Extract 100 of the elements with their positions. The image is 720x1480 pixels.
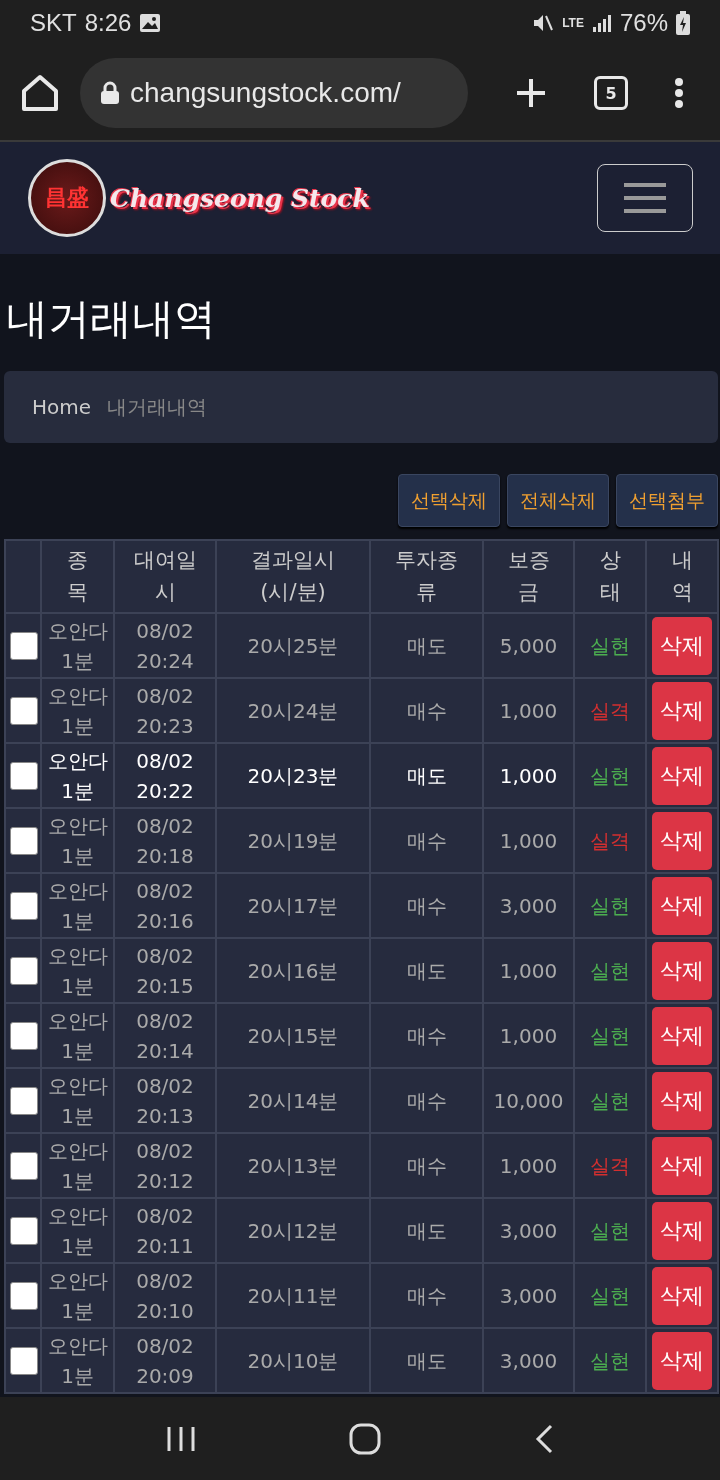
delete-button[interactable]: 삭제	[652, 616, 712, 675]
tab-count-button[interactable]: 5	[594, 76, 628, 110]
table-cell: 오안다 1분	[41, 808, 114, 874]
checkbox[interactable]	[10, 1281, 38, 1310]
logo-emblem: 昌盛	[28, 159, 106, 237]
table-cell: 08/02 20:18	[114, 808, 216, 874]
column-header: 종목	[41, 540, 114, 614]
checkbox[interactable]	[10, 891, 38, 920]
status-cell: 실현	[574, 1263, 646, 1329]
action-button[interactable]: 선택삭제	[398, 474, 500, 528]
plus-icon[interactable]	[514, 76, 548, 110]
status-cell: 실현	[574, 873, 646, 939]
back-icon[interactable]	[533, 1423, 554, 1454]
address-bar[interactable]: changsungstock.com/	[80, 58, 468, 128]
more-icon[interactable]	[674, 78, 684, 108]
delete-button[interactable]: 삭제	[652, 1006, 712, 1065]
table-cell: 3,000	[483, 1328, 574, 1394]
table-cell: 08/02 20:23	[114, 678, 216, 744]
status-cell: 실현	[574, 1328, 646, 1394]
table-cell: 3,000	[483, 873, 574, 939]
signal-icon	[591, 13, 612, 33]
table-cell: 오안다 1분	[41, 1263, 114, 1329]
table-cell: 20시14분	[216, 1068, 370, 1134]
table-cell: 08/02 20:14	[114, 1003, 216, 1069]
delete-button[interactable]: 삭제	[652, 746, 712, 805]
checkbox[interactable]	[10, 826, 38, 855]
delete-button[interactable]: 삭제	[652, 1201, 712, 1260]
logo-text: Changseong Stock	[110, 183, 370, 213]
table-cell: 매도	[370, 1328, 483, 1394]
table-cell: 08/02 20:15	[114, 938, 216, 1004]
network-text: LTE	[562, 17, 584, 29]
table-cell: 20시10분	[216, 1328, 370, 1394]
checkbox[interactable]	[10, 631, 38, 660]
checkbox[interactable]	[10, 956, 38, 985]
lock-icon	[100, 81, 120, 105]
menu-button[interactable]	[597, 164, 693, 232]
status-cell: 실현	[574, 613, 646, 679]
table-cell: 매수	[370, 1003, 483, 1069]
status-cell: 실현	[574, 743, 646, 809]
table-cell: 3,000	[483, 1198, 574, 1264]
action-button[interactable]: 전체삭제	[507, 474, 609, 528]
battery-icon	[676, 11, 690, 35]
table-cell: 08/02 20:22	[114, 743, 216, 809]
checkbox[interactable]	[10, 1086, 38, 1115]
table-cell: 매수	[370, 1133, 483, 1199]
column-header: 내역	[646, 540, 718, 614]
delete-button[interactable]: 삭제	[652, 876, 712, 935]
checkbox[interactable]	[10, 696, 38, 725]
table-cell: 매도	[370, 938, 483, 1004]
table-cell: 오안다 1분	[41, 743, 114, 809]
checkbox[interactable]	[10, 1216, 38, 1245]
checkbox[interactable]	[10, 761, 38, 790]
carrier-text: SKT	[30, 9, 77, 37]
menu-icon	[624, 182, 666, 214]
table-cell: 오안다 1분	[41, 1328, 114, 1394]
table-cell: 20시16분	[216, 938, 370, 1004]
delete-button[interactable]: 삭제	[652, 1266, 712, 1325]
delete-button[interactable]: 삭제	[652, 681, 712, 740]
table-cell: 20시15분	[216, 1003, 370, 1069]
image-icon	[139, 13, 162, 33]
status-cell: 실현	[574, 1068, 646, 1134]
table-cell: 3,000	[483, 1263, 574, 1329]
breadcrumb-link[interactable]: Home	[32, 395, 92, 420]
table-cell: 08/02 20:10	[114, 1263, 216, 1329]
recents-icon[interactable]	[166, 1425, 197, 1452]
clock-text: 8:26	[84, 9, 132, 37]
table-cell: 매수	[370, 808, 483, 874]
table-cell: 매수	[370, 1263, 483, 1329]
column-header: 보증금	[483, 540, 574, 614]
checkbox[interactable]	[10, 1151, 38, 1180]
table-cell: 오안다 1분	[41, 938, 114, 1004]
table-cell: 20시17분	[216, 873, 370, 939]
delete-button[interactable]: 삭제	[652, 1136, 712, 1195]
action-button[interactable]: 선택첨부	[616, 474, 718, 528]
table-cell: 1,000	[483, 938, 574, 1004]
table-cell: 오안다 1분	[41, 1198, 114, 1264]
status-cell: 실격	[574, 808, 646, 874]
delete-button[interactable]: 삭제	[652, 941, 712, 1000]
delete-button[interactable]: 삭제	[652, 1331, 712, 1390]
delete-button[interactable]: 삭제	[652, 1071, 712, 1130]
table-cell: 08/02 20:16	[114, 873, 216, 939]
status-cell: 실현	[574, 938, 646, 1004]
table-cell: 20시13분	[216, 1133, 370, 1199]
checkbox[interactable]	[10, 1021, 38, 1050]
table-cell: 08/02 20:13	[114, 1068, 216, 1134]
table-cell: 20시25분	[216, 613, 370, 679]
column-header: 대여일시	[114, 540, 216, 614]
column-header: 투자종류	[370, 540, 483, 614]
breadcrumb-current: 내거래내역	[107, 393, 208, 421]
table-cell: 08/02 20:12	[114, 1133, 216, 1199]
status-cell: 실현	[574, 1198, 646, 1264]
table-cell: 1,000	[483, 1003, 574, 1069]
table-cell: 20시12분	[216, 1198, 370, 1264]
delete-button[interactable]: 삭제	[652, 811, 712, 870]
table-cell: 08/02 20:09	[114, 1328, 216, 1394]
home-icon[interactable]	[349, 1422, 381, 1455]
table-cell: 20시19분	[216, 808, 370, 874]
checkbox[interactable]	[10, 1346, 38, 1375]
table-cell: 1,000	[483, 808, 574, 874]
table-cell: 오안다 1분	[41, 678, 114, 744]
